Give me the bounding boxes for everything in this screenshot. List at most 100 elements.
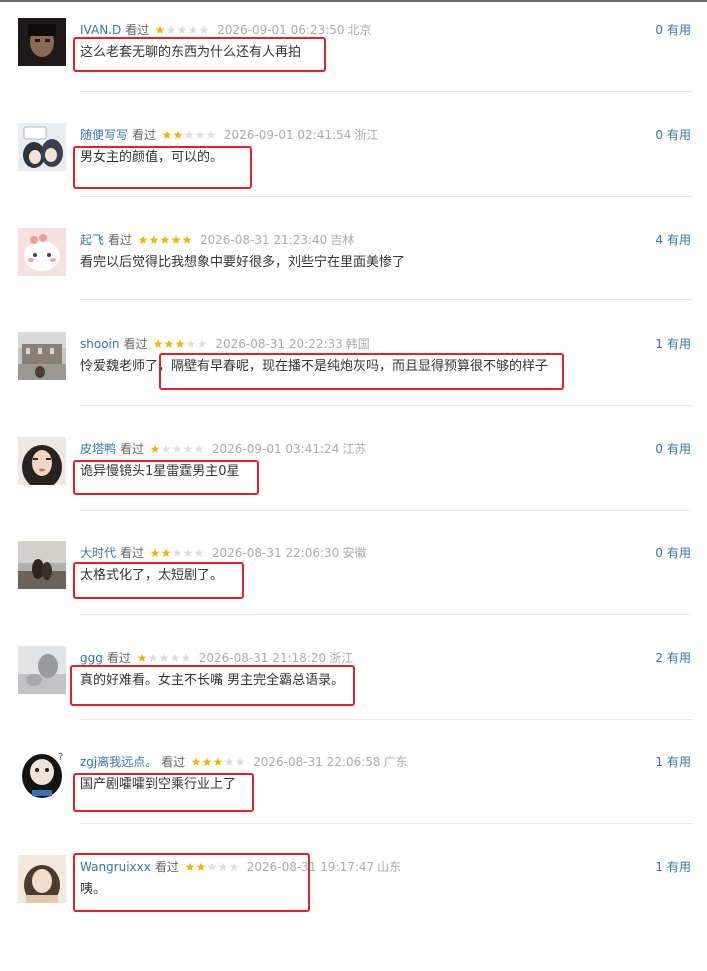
star-empty-icon xyxy=(235,757,245,766)
top-border xyxy=(0,0,707,2)
star-empty-icon xyxy=(197,339,207,348)
comment-item: 起飞 看过 2026-08-31 21:23:40 吉林 4 有用 看完以后觉得比我想… xyxy=(0,228,707,344)
vote-label: 有用 xyxy=(666,860,691,874)
divider xyxy=(80,719,693,720)
star-filled-icon xyxy=(175,339,185,348)
comment-region: 广东 xyxy=(383,755,408,769)
comment-region: 浙江 xyxy=(329,651,354,665)
divider xyxy=(80,510,693,511)
svg-text:?: ? xyxy=(58,752,63,763)
avatar[interactable] xyxy=(18,541,66,589)
highlight-box xyxy=(73,853,310,912)
comment-region: 吉林 xyxy=(330,233,355,247)
star-empty-icon xyxy=(177,25,187,34)
building-photo-avatar-image xyxy=(18,332,66,380)
rating-stars xyxy=(150,544,206,562)
useful-vote-button[interactable]: 0 有用 xyxy=(655,544,691,562)
star-filled-icon xyxy=(149,235,159,244)
star-empty-icon xyxy=(206,130,216,139)
avatar[interactable] xyxy=(18,18,66,66)
star-filled-icon xyxy=(162,130,172,139)
comment-region: 安徽 xyxy=(342,546,367,560)
useful-vote-button[interactable]: 0 有用 xyxy=(655,126,691,144)
vote-count: 0 xyxy=(655,23,663,37)
vote-count: 0 xyxy=(655,546,663,560)
comment-item: ggg 看过 2026-08-31 21:18:20 浙江 2 有用 真的好难看。女主… xyxy=(0,646,707,762)
comment-time: 2026-08-31 21:18:20 xyxy=(198,651,327,665)
star-filled-icon xyxy=(173,130,183,139)
username-link[interactable]: shooin xyxy=(80,337,119,351)
avatar[interactable]: ? xyxy=(18,750,66,798)
comment-item: 大时代 看过 2026-08-31 22:06:30 安徽 0 有用 太格式化了，太短… xyxy=(0,541,707,657)
star-empty-icon xyxy=(186,339,196,348)
comment-text: 看完以后觉得比我想象中要好很多，刘些宁在里面美惨了 xyxy=(80,255,406,270)
anime-couple-avatar-image xyxy=(18,123,66,171)
star-empty-icon xyxy=(199,25,209,34)
vote-label: 有用 xyxy=(666,233,691,247)
comment-time: 2026-08-31 22:06:58 xyxy=(253,755,381,769)
useful-vote-button[interactable]: 4 有用 xyxy=(655,231,691,249)
watched-label: 看过 xyxy=(108,233,133,247)
highlight-box xyxy=(73,146,252,189)
highlight-box xyxy=(73,773,254,812)
comment-item: 皮塔鸭 看过 2026-09-01 03:41:24 江苏 0 有用 诡异慢镜头1星雷… xyxy=(0,437,707,553)
vote-count: 4 xyxy=(655,233,663,247)
watched-label: 看过 xyxy=(132,128,157,142)
star-empty-icon xyxy=(172,444,182,453)
star-filled-icon xyxy=(155,25,165,34)
divider xyxy=(80,614,693,615)
star-empty-icon xyxy=(194,444,204,453)
star-empty-icon xyxy=(161,444,171,453)
selfie-avatar-image xyxy=(18,855,66,903)
watched-label: 看过 xyxy=(106,651,131,665)
avatar[interactable] xyxy=(18,228,66,276)
username-link[interactable]: 大时代 xyxy=(80,546,116,560)
avatar[interactable] xyxy=(18,437,66,485)
avatar[interactable] xyxy=(18,332,66,380)
username-link[interactable]: ggg xyxy=(80,651,103,665)
star-empty-icon xyxy=(183,444,193,453)
useful-vote-button[interactable]: 1 有用 xyxy=(655,753,691,771)
highlight-box xyxy=(73,562,244,599)
divider xyxy=(80,823,693,824)
username-link[interactable]: IVAN.D xyxy=(80,23,121,37)
vote-count: 1 xyxy=(655,860,663,874)
comment-time: 2026-08-31 22:06:30 xyxy=(211,546,340,560)
star-empty-icon xyxy=(159,653,169,662)
comment-meta: 大时代 看过 2026-08-31 22:06:30 安徽 xyxy=(80,544,366,562)
rating-stars xyxy=(150,440,206,458)
vote-count: 2 xyxy=(655,651,663,665)
rating-stars-graphic xyxy=(138,235,192,244)
star-empty-icon xyxy=(148,653,158,662)
rating-stars-graphic xyxy=(150,548,204,557)
comment-region: 山东 xyxy=(377,860,402,874)
username-link[interactable]: zgj离我远点。 xyxy=(80,755,157,769)
avatar[interactable] xyxy=(18,646,66,694)
watched-label: 看过 xyxy=(125,23,150,37)
comment-time: 2026-09-01 02:41:54 xyxy=(223,128,352,142)
star-empty-icon xyxy=(183,548,193,557)
useful-vote-button[interactable]: 0 有用 xyxy=(655,21,691,39)
useful-vote-button[interactable]: 1 有用 xyxy=(655,858,691,876)
useful-vote-button[interactable]: 1 有用 xyxy=(655,335,691,353)
avatar[interactable] xyxy=(18,855,66,903)
comment-meta: 随便写写 看过 2026-09-01 02:41:54 浙江 xyxy=(80,126,378,144)
watched-label: 看过 xyxy=(120,546,145,560)
username-link[interactable]: 起飞 xyxy=(80,233,104,247)
comment-time: 2026-09-01 03:41:24 xyxy=(211,442,340,456)
star-empty-icon xyxy=(172,548,182,557)
username-link[interactable]: 随便写写 xyxy=(80,128,128,142)
star-filled-icon xyxy=(202,757,212,766)
star-filled-icon xyxy=(164,339,174,348)
star-empty-icon xyxy=(181,653,191,662)
comment-meta: 起飞 看过 2026-08-31 21:23:40 吉林 xyxy=(80,231,354,249)
comment-region: 江苏 xyxy=(342,442,367,456)
rating-stars-graphic xyxy=(191,757,245,766)
rating-stars xyxy=(138,231,194,249)
star-empty-icon xyxy=(194,548,204,557)
username-link[interactable]: 皮塔鸭 xyxy=(80,442,116,456)
useful-vote-button[interactable]: 0 有用 xyxy=(655,440,691,458)
useful-vote-button[interactable]: 2 有用 xyxy=(655,649,691,667)
star-filled-icon xyxy=(171,235,181,244)
avatar[interactable] xyxy=(18,123,66,171)
